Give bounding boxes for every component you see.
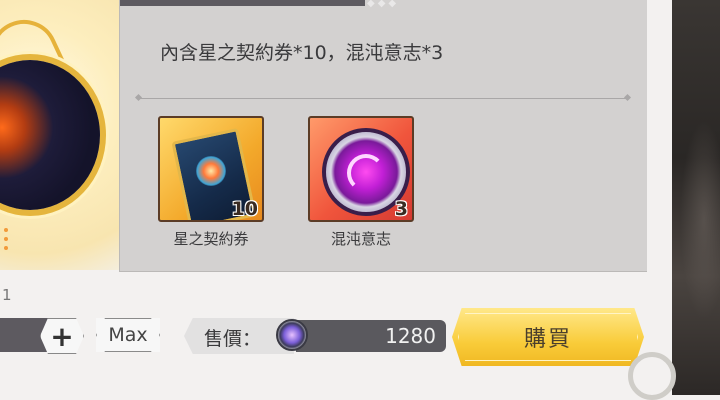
item-quantity: 3 bbox=[394, 198, 408, 220]
bundle-artwork bbox=[0, 0, 120, 270]
price-value: 1280 bbox=[385, 324, 436, 348]
panel-header-bar bbox=[120, 0, 365, 6]
bundle-orb-image bbox=[0, 60, 100, 210]
gem-coin-icon bbox=[276, 319, 308, 351]
panel-header-decoration: ◆◆◆ bbox=[367, 0, 400, 9]
max-button[interactable]: Max bbox=[96, 318, 160, 352]
panel-divider bbox=[138, 98, 628, 99]
bundle-item-contract-ticket[interactable]: 10 星之契約券 bbox=[156, 116, 266, 249]
background-character-art bbox=[672, 0, 720, 395]
plus-button[interactable]: + bbox=[40, 318, 84, 354]
buy-button[interactable]: 購買 bbox=[452, 308, 644, 366]
price-display: 售價： 1280 bbox=[184, 318, 446, 354]
price-label: 售價： bbox=[204, 328, 262, 350]
bundle-item-chaos-will[interactable]: 3 混沌意志 bbox=[306, 116, 416, 249]
corner-ring-decoration bbox=[628, 352, 676, 400]
item-label: 混沌意志 bbox=[330, 230, 391, 248]
item-label: 星之契約券 bbox=[173, 230, 249, 248]
max-button-label: Max bbox=[108, 324, 148, 346]
chaos-will-orb-icon: 3 bbox=[308, 116, 414, 222]
bundle-description: 內含星之契約券*10，混沌意志*3 bbox=[160, 42, 444, 64]
pager-dots bbox=[4, 228, 10, 255]
bundle-info-panel: ◆◆◆ 內含星之契約券*10，混沌意志*3 10 星之契約券 3 混沌意志 bbox=[119, 0, 647, 272]
item-quantity: 10 bbox=[231, 198, 258, 220]
price-value-box: 1280 bbox=[296, 320, 446, 352]
buy-button-label: 購買 bbox=[523, 327, 572, 352]
contract-ticket-icon: 10 bbox=[158, 116, 264, 222]
quantity-label-fragment: 1 bbox=[2, 286, 12, 304]
